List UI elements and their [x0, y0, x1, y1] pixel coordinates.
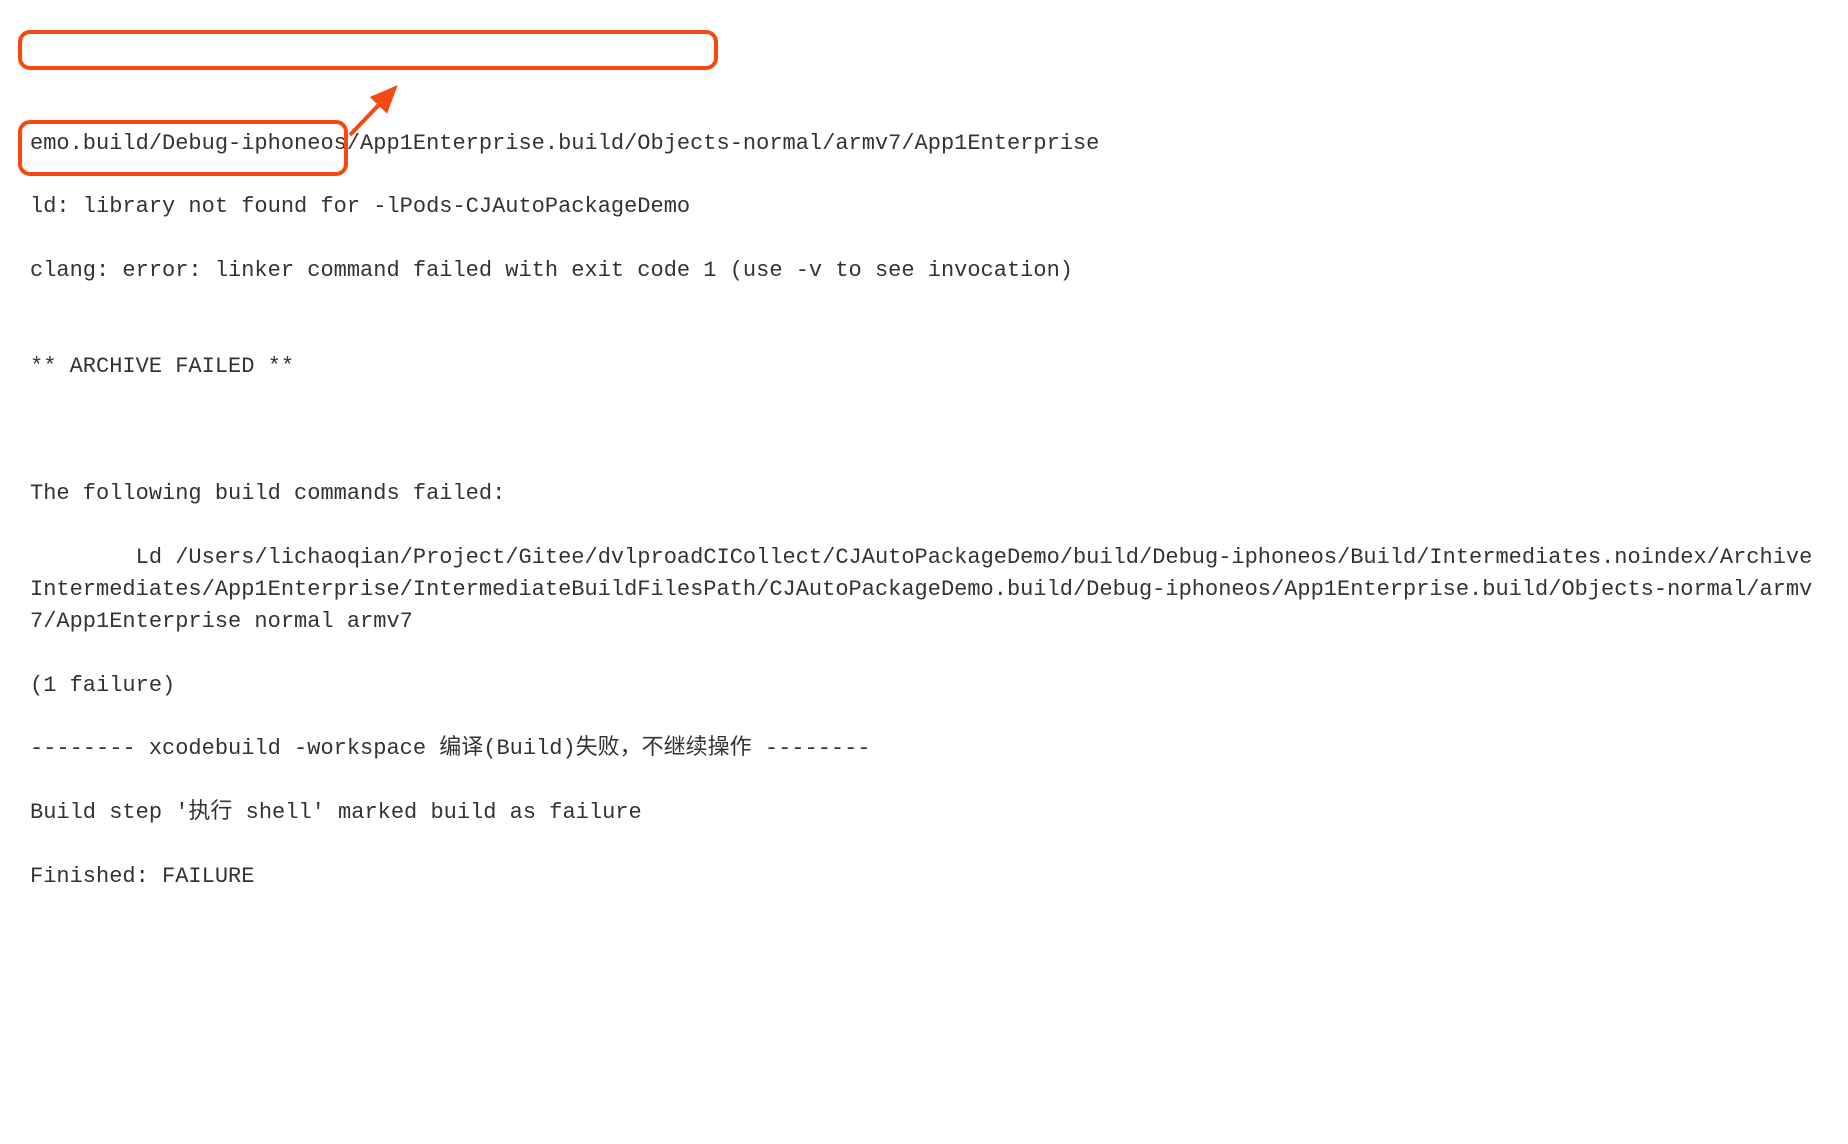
- log-line-finished: Finished: FAILURE: [30, 861, 1818, 893]
- log-line-xcodebuild: -------- xcodebuild -workspace 编译(Build)…: [30, 733, 1818, 765]
- log-line: emo.build/Debug-iphoneos/App1Enterprise.…: [30, 128, 1818, 160]
- log-line-clang-error: clang: error: linker command failed with…: [30, 255, 1818, 287]
- log-line-archive-failed: ** ARCHIVE FAILED **: [30, 351, 1818, 383]
- annotation-highlight-box: [18, 30, 718, 70]
- log-line-ld-command: Ld /Users/lichaoqian/Project/Gitee/dvlpr…: [30, 542, 1818, 638]
- log-line-following-failed: The following build commands failed:: [30, 478, 1818, 510]
- log-line-failure-count: (1 failure): [30, 670, 1818, 702]
- log-line-ld-error: ld: library not found for -lPods-CJAutoP…: [30, 191, 1818, 223]
- log-line-build-step: Build step '执行 shell' marked build as fa…: [30, 797, 1818, 829]
